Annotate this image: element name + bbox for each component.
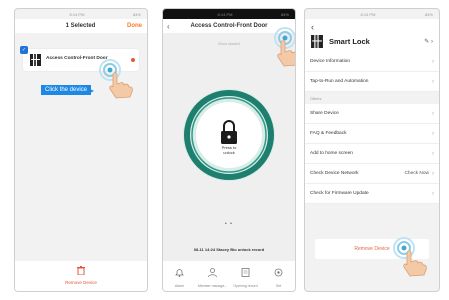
item-add-home-screen[interactable]: Add to home screen › bbox=[305, 144, 439, 164]
page-indicator: • • bbox=[225, 221, 233, 227]
bottom-nav: Alarm Member manage... Opening record Se… bbox=[163, 261, 295, 291]
nav-member-label: Member manage... bbox=[197, 283, 228, 288]
person-icon bbox=[208, 267, 217, 277]
chevron-right-icon: › bbox=[432, 170, 434, 177]
lock-device-icon bbox=[30, 54, 41, 66]
settings-list-others: Share Device › FAQ & Feedback › Add to hom… bbox=[305, 104, 439, 204]
record-icon bbox=[241, 267, 250, 277]
press-to-unlock: Press to unlock bbox=[181, 145, 277, 155]
chevron-right-icon: › bbox=[432, 130, 434, 137]
item-label: Check Device Network bbox=[310, 171, 359, 176]
check-now-value: Check Now bbox=[404, 171, 429, 176]
unlock-ring-icon bbox=[183, 89, 275, 181]
nav-record-label: Opening record bbox=[233, 283, 258, 288]
checkbox-selected-icon[interactable]: ✓ bbox=[20, 46, 28, 54]
status-battery: 84% bbox=[280, 11, 289, 17]
selection-title: 1 Selected bbox=[65, 23, 96, 29]
latest-record[interactable]: 08-11 14:24 Stacey Bio unlock record bbox=[163, 247, 295, 252]
nav-member-manage[interactable]: Member manage... bbox=[198, 265, 228, 288]
remove-dot-icon[interactable] bbox=[131, 58, 135, 62]
item-label: FAQ & Feedback bbox=[310, 131, 347, 136]
lock-device-icon bbox=[311, 34, 323, 48]
pointing-hand-icon bbox=[109, 72, 133, 99]
item-device-information[interactable]: Device Information › bbox=[305, 52, 439, 72]
back-chevron-icon[interactable]: ‹ bbox=[311, 22, 433, 32]
device-card[interactable]: ✓ Access Control-Front Door bbox=[20, 46, 139, 71]
status-battery: 84% bbox=[132, 11, 141, 17]
nav-set[interactable]: Set bbox=[264, 265, 294, 288]
done-button[interactable]: Done bbox=[127, 23, 142, 29]
status-bar: 8:14 PM 84% bbox=[305, 9, 439, 19]
chevron-right-icon: › bbox=[432, 190, 434, 197]
item-tap-to-run[interactable]: Tap-to-Run and Automation › bbox=[305, 72, 439, 92]
status-time: 8:14 PM bbox=[360, 11, 376, 17]
gear-icon bbox=[274, 268, 283, 276]
status-time: 8:14 PM bbox=[69, 11, 85, 17]
bell-icon bbox=[175, 268, 184, 277]
phone-screen-lock-control: 8:14 PM 84% ‹ Access Control-Front Door D… bbox=[162, 8, 296, 292]
tooltip-click-device: Click the device bbox=[41, 85, 95, 95]
edit-icon[interactable]: ✎ › bbox=[424, 38, 433, 45]
phone-screen-select: 8:14 PM 84% 1 Selected Done ✓ Access Cont… bbox=[14, 8, 148, 292]
pointing-hand-icon bbox=[277, 40, 295, 67]
section-label-others: Others bbox=[305, 92, 439, 104]
remove-device-bar[interactable]: Remove Device bbox=[15, 261, 147, 291]
pointing-hand-icon bbox=[403, 250, 427, 277]
status-bar: 8:14 PM 84% bbox=[15, 9, 147, 19]
status-time: 8:14 PM bbox=[217, 11, 233, 17]
status-battery: 84% bbox=[424, 11, 433, 17]
nav-opening-record[interactable]: Opening record bbox=[231, 265, 261, 288]
item-label: Share Device bbox=[310, 111, 339, 116]
selection-header: 1 Selected Done bbox=[15, 19, 147, 33]
lock-title: Access Control-Front Door bbox=[190, 23, 268, 29]
item-label: Add to home screen bbox=[310, 151, 353, 156]
phone-screen-settings: 8:14 PM 84% ‹ Smart Lock ✎ › Device Infor… bbox=[304, 8, 440, 292]
status-bar: 8:14 PM 84% bbox=[163, 9, 295, 19]
press-line-2: unlock bbox=[223, 150, 235, 155]
nav-alarm[interactable]: Alarm bbox=[165, 265, 195, 288]
trash-icon bbox=[77, 266, 85, 276]
settings-list-top: Device Information › Tap-to-Run and Autom… bbox=[305, 52, 439, 92]
chevron-right-icon: › bbox=[432, 58, 434, 65]
item-faq-feedback[interactable]: FAQ & Feedback › bbox=[305, 124, 439, 144]
nav-alarm-label: Alarm bbox=[174, 283, 185, 288]
item-label: Tap-to-Run and Automation bbox=[310, 79, 369, 84]
item-check-network[interactable]: Check Device Network Check Now › bbox=[305, 164, 439, 184]
item-share-device[interactable]: Share Device › bbox=[305, 104, 439, 124]
item-label: Device Information bbox=[310, 59, 350, 64]
nav-set-label: Set bbox=[275, 283, 282, 288]
settings-header: ‹ Smart Lock ✎ › bbox=[305, 19, 439, 52]
item-firmware-update[interactable]: Check for Firmware Update › bbox=[305, 184, 439, 204]
item-label: Check for Firmware Update bbox=[310, 191, 369, 196]
back-chevron-icon[interactable]: ‹ bbox=[167, 22, 177, 31]
unlock-button[interactable]: Press to unlock bbox=[181, 87, 277, 183]
chevron-right-icon: › bbox=[432, 150, 434, 157]
chevron-right-icon: › bbox=[432, 78, 434, 85]
chevron-right-icon: › bbox=[432, 110, 434, 117]
device-title: Smart Lock bbox=[329, 36, 370, 46]
remove-device-label: Remove Device bbox=[65, 280, 97, 285]
